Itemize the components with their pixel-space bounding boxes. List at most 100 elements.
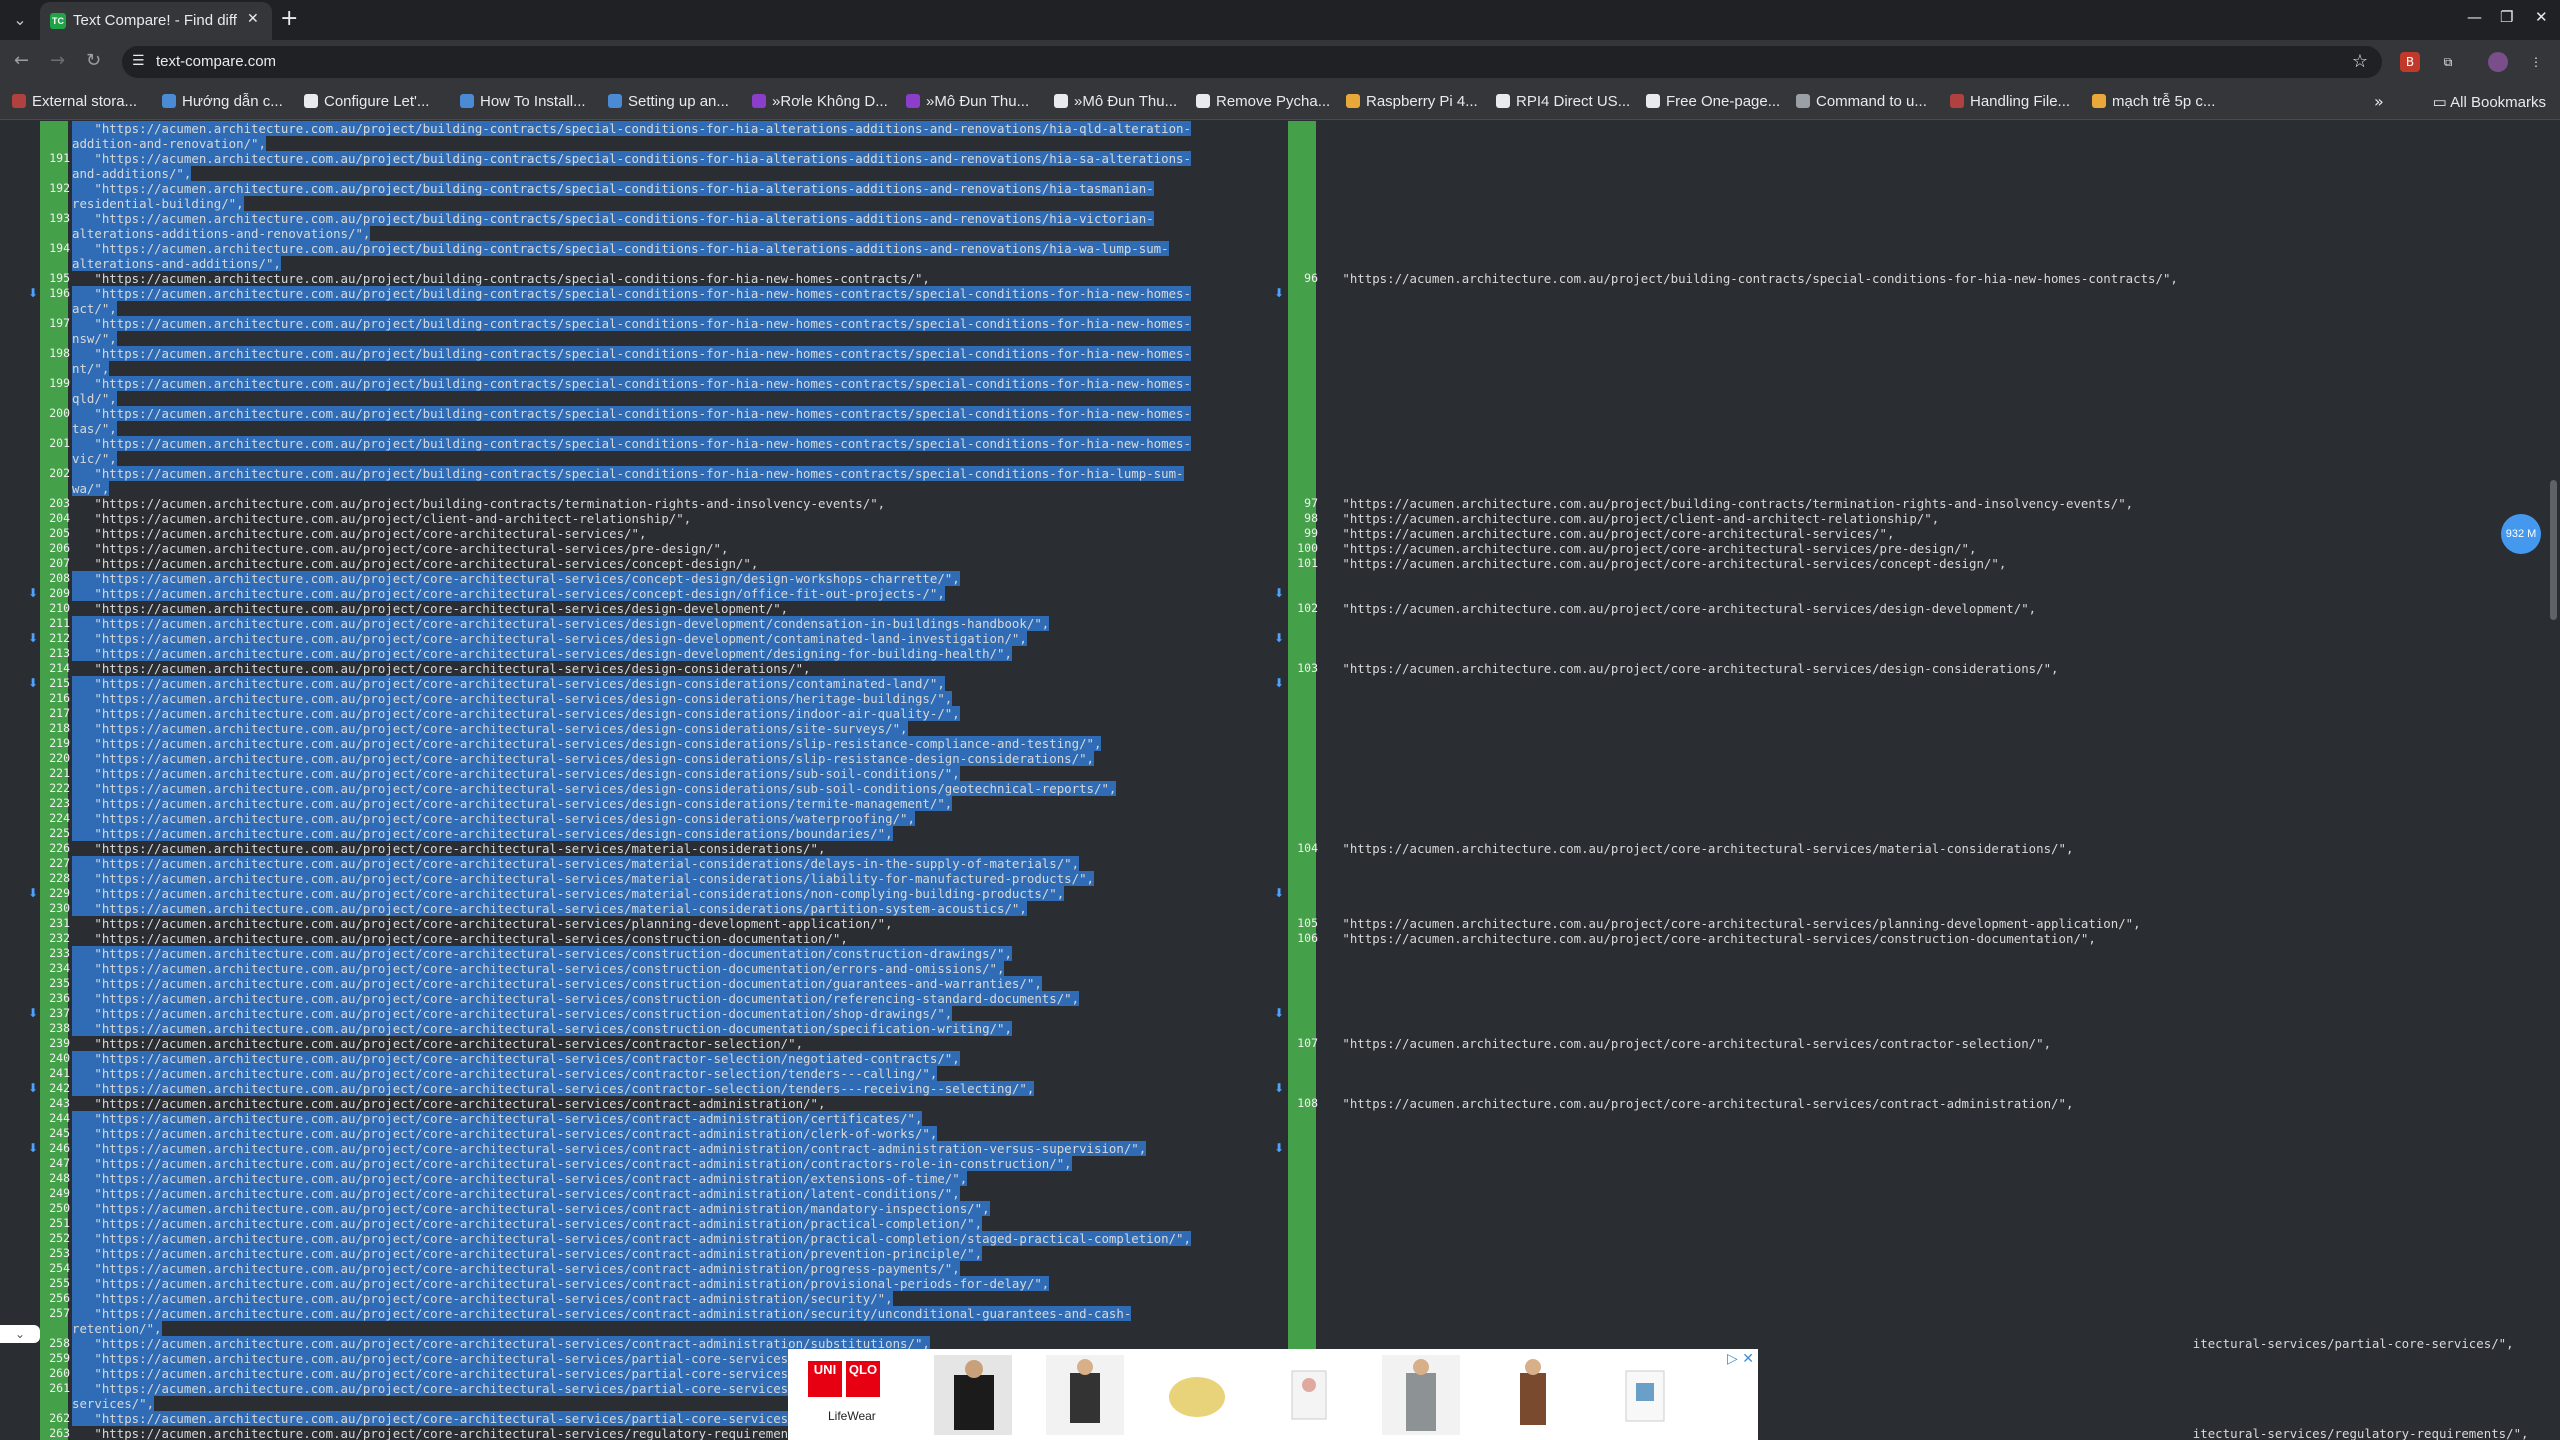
diff-line[interactable]: act/", [72, 301, 1272, 316]
diff-line[interactable]: 106 "https://acumen.architecture.com.au/… [1297, 931, 2540, 946]
diff-line[interactable]: 198 "https://acumen.architecture.com.au/… [49, 346, 1272, 361]
minimize-icon[interactable]: — [2467, 8, 2482, 26]
diff-line[interactable] [1320, 1051, 2540, 1066]
diff-line[interactable]: 194 "https://acumen.architecture.com.au/… [49, 241, 1272, 256]
diff-arrow-icon[interactable]: ⬇ [1274, 286, 1284, 300]
diff-line[interactable]: retention/", [72, 1321, 1272, 1336]
diff-arrow-icon[interactable]: ⬇ [28, 586, 38, 600]
diff-line[interactable]: 246 "https://acumen.architecture.com.au/… [49, 1141, 1272, 1156]
window-close-icon[interactable]: ✕ [2535, 8, 2548, 26]
diff-line[interactable] [1320, 481, 2540, 496]
diff-line[interactable]: 217 "https://acumen.architecture.com.au/… [49, 706, 1272, 721]
diff-line[interactable]: 247 "https://acumen.architecture.com.au/… [49, 1156, 1272, 1171]
diff-line[interactable] [1320, 1021, 2540, 1036]
tab-search-icon[interactable]: ⌄ [4, 4, 36, 36]
diff-line[interactable] [1320, 181, 2540, 196]
diff-line[interactable] [1320, 1126, 2540, 1141]
diff-line[interactable]: residential-building/", [72, 196, 1272, 211]
diff-line[interactable]: alterations-additions-and-renovations/", [72, 226, 1272, 241]
diff-line[interactable]: 223 "https://acumen.architecture.com.au/… [49, 796, 1272, 811]
diff-line[interactable] [1320, 1201, 2540, 1216]
diff-line[interactable]: addition-and-renovation/", [72, 136, 1272, 151]
diff-line[interactable]: 233 "https://acumen.architecture.com.au/… [49, 946, 1272, 961]
diff-line[interactable] [1320, 616, 2540, 631]
diff-line[interactable]: 207 "https://acumen.architecture.com.au/… [49, 556, 1272, 571]
diff-line[interactable] [1320, 286, 2540, 301]
diff-line[interactable] [1320, 1321, 2540, 1336]
diff-line[interactable] [1320, 991, 2540, 1006]
diff-line[interactable]: 98 "https://acumen.architecture.com.au/p… [1304, 511, 2540, 526]
ad-banner[interactable]: UNI QLO LifeWear ▷ ✕ [788, 1349, 1758, 1440]
diff-line[interactable] [1320, 1246, 2540, 1261]
diff-line[interactable] [1320, 946, 2540, 961]
diff-line[interactable] [1320, 316, 2540, 331]
diff-line[interactable]: 193 "https://acumen.architecture.com.au/… [49, 211, 1272, 226]
diff-line[interactable]: 100 "https://acumen.architecture.com.au/… [1297, 541, 2540, 556]
diff-line[interactable]: 199 "https://acumen.architecture.com.au/… [49, 376, 1272, 391]
diff-line[interactable] [1320, 436, 2540, 451]
diff-line[interactable]: 237 "https://acumen.architecture.com.au/… [49, 1006, 1272, 1021]
bookmark-star-icon[interactable]: ☆ [2352, 51, 2368, 72]
diff-line[interactable]: qld/", [72, 391, 1272, 406]
ad-product-image[interactable] [1606, 1355, 1684, 1435]
diff-line[interactable] [1320, 706, 2540, 721]
diff-line[interactable] [1320, 466, 2540, 481]
diff-arrow-icon[interactable]: ⬇ [28, 886, 38, 900]
diff-arrow-icon[interactable]: ⬇ [28, 1006, 38, 1020]
diff-line[interactable] [1320, 781, 2540, 796]
diff-arrow-icon[interactable]: ⬇ [28, 1141, 38, 1155]
ad-product-image[interactable] [1270, 1355, 1348, 1435]
reload-icon[interactable]: ↻ [86, 50, 101, 71]
diff-line[interactable] [1320, 256, 2540, 271]
tab-close-icon[interactable]: ✕ [247, 11, 259, 27]
diff-line[interactable]: 243 "https://acumen.architecture.com.au/… [49, 1096, 1272, 1111]
diff-line[interactable] [1320, 451, 2540, 466]
diff-line[interactable]: 206 "https://acumen.architecture.com.au/… [49, 541, 1272, 556]
diff-line[interactable] [1320, 1306, 2540, 1321]
diff-line[interactable] [1320, 766, 2540, 781]
diff-line[interactable] [1320, 121, 2540, 136]
bookmark-item[interactable]: RPI4 Direct US... [1496, 93, 1630, 110]
diff-line[interactable] [1320, 331, 2540, 346]
diff-line[interactable] [1320, 1276, 2540, 1291]
bookmark-item[interactable]: mạch trễ 5p c... [2092, 93, 2215, 110]
diff-line[interactable]: 240 "https://acumen.architecture.com.au/… [49, 1051, 1272, 1066]
diff-line[interactable]: 195 "https://acumen.architecture.com.au/… [49, 271, 1272, 286]
diff-line[interactable]: 254 "https://acumen.architecture.com.au/… [49, 1261, 1272, 1276]
diff-line[interactable] [1320, 961, 2540, 976]
diff-line[interactable] [1320, 166, 2540, 181]
diff-line[interactable]: 102 "https://acumen.architecture.com.au/… [1297, 601, 2540, 616]
active-tab[interactable]: TC Text Compare! - Find diff ✕ [40, 2, 272, 40]
left-text-pane[interactable]: "https://acumen.architecture.com.au/proj… [49, 121, 1272, 1440]
diff-line[interactable]: 252 "https://acumen.architecture.com.au/… [49, 1231, 1272, 1246]
more-bookmarks-icon[interactable]: » [2374, 92, 2384, 111]
diff-line[interactable]: 226 "https://acumen.architecture.com.au/… [49, 841, 1272, 856]
diff-line[interactable]: 209 "https://acumen.architecture.com.au/… [49, 586, 1272, 601]
diff-line[interactable]: 215 "https://acumen.architecture.com.au/… [49, 676, 1272, 691]
diff-line[interactable] [1320, 691, 2540, 706]
diff-line[interactable]: 244 "https://acumen.architecture.com.au/… [49, 1111, 1272, 1126]
diff-line[interactable]: 232 "https://acumen.architecture.com.au/… [49, 931, 1272, 946]
diff-line[interactable] [1320, 721, 2540, 736]
diff-line[interactable] [1320, 1066, 2540, 1081]
diff-arrow-icon[interactable]: ⬇ [28, 1081, 38, 1095]
diff-arrow-icon[interactable]: ⬇ [1274, 631, 1284, 645]
ad-product-image[interactable] [1382, 1355, 1460, 1435]
diff-line[interactable]: 216 "https://acumen.architecture.com.au/… [49, 691, 1272, 706]
diff-line[interactable] [1320, 1291, 2540, 1306]
diff-line[interactable]: 238 "https://acumen.architecture.com.au/… [49, 1021, 1272, 1036]
diff-line[interactable] [1320, 871, 2540, 886]
diff-line[interactable]: and-additions/", [72, 166, 1272, 181]
diff-line[interactable] [1320, 241, 2540, 256]
diff-arrow-icon[interactable]: ⬇ [1274, 1081, 1284, 1095]
diff-line[interactable]: 227 "https://acumen.architecture.com.au/… [49, 856, 1272, 871]
diff-line[interactable] [1320, 796, 2540, 811]
ad-close-icon[interactable]: ▷ ✕ [1727, 1351, 1754, 1367]
diff-line[interactable]: 231 "https://acumen.architecture.com.au/… [49, 916, 1272, 931]
diff-arrow-icon[interactable]: ⬇ [1274, 1141, 1284, 1155]
diff-line[interactable] [1320, 421, 2540, 436]
diff-line[interactable] [1320, 391, 2540, 406]
diff-line[interactable]: 253 "https://acumen.architecture.com.au/… [49, 1246, 1272, 1261]
diff-line[interactable] [1320, 301, 2540, 316]
diff-line[interactable]: 205 "https://acumen.architecture.com.au/… [49, 526, 1272, 541]
